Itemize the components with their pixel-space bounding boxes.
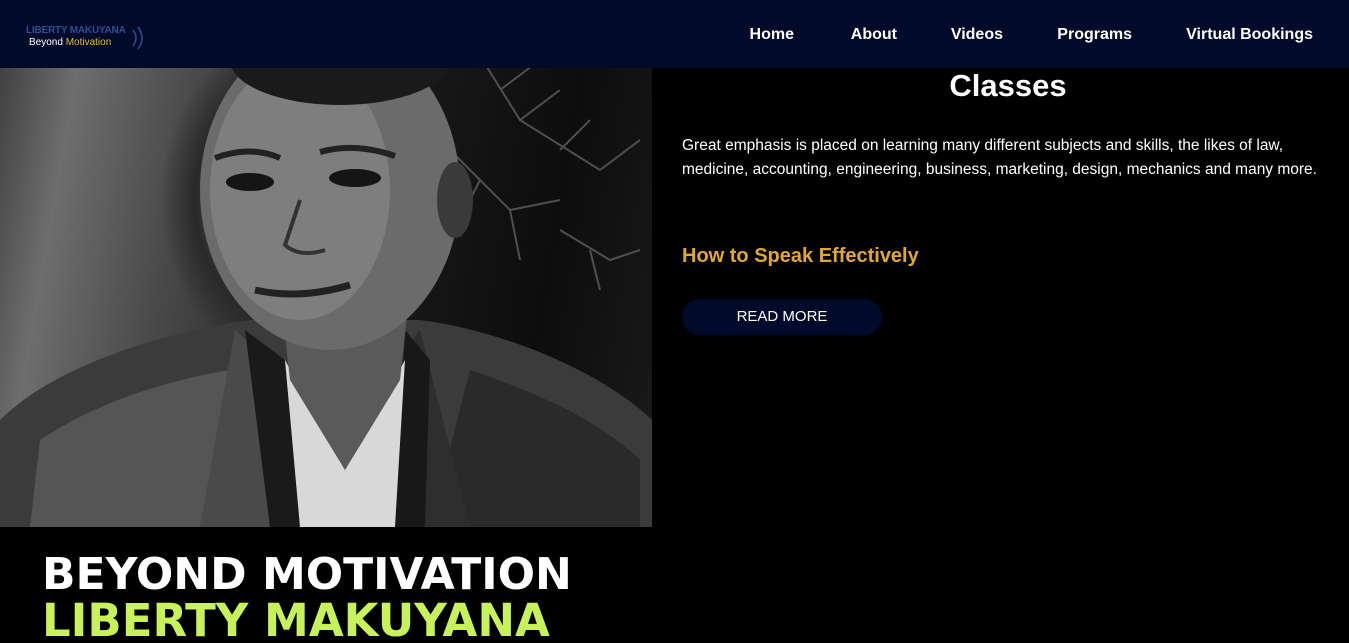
logo-tagline-main: Beyond (29, 37, 63, 48)
hero-portrait-photo (0, 0, 652, 527)
sound-wave-icon (132, 26, 143, 50)
read-more-button[interactable]: READ MORE (682, 299, 882, 335)
site-logo[interactable]: LIBERTY MAKUYANA Beyond Motivation (26, 25, 156, 51)
page: BEYOND MOTIVATION LIBERTY MAKUYANA LIBER… (0, 0, 1349, 643)
section-title: Classes (949, 68, 1067, 103)
hero-banner-title: BEYOND MOTIVATION (42, 549, 572, 600)
class-item-title[interactable]: How to Speak Effectively (682, 245, 919, 268)
logo-name: LIBERTY MAKUYANA (26, 25, 126, 36)
site-header: LIBERTY MAKUYANA Beyond Motivation Home … (0, 0, 1349, 68)
logo-tagline: Beyond Motivation (29, 37, 111, 48)
logo-tagline-accent: Motivation (65, 37, 112, 48)
nav-virtual-bookings[interactable]: Virtual Bookings (1186, 26, 1313, 44)
section-description: Great emphasis is placed on learning man… (682, 137, 1317, 178)
nav-home[interactable]: Home (750, 26, 794, 44)
nav-about[interactable]: About (851, 26, 897, 44)
nav-videos[interactable]: Videos (951, 26, 1003, 44)
hero-banner-name: LIBERTY MAKUYANA (42, 594, 550, 643)
nav-programs[interactable]: Programs (1057, 26, 1132, 44)
